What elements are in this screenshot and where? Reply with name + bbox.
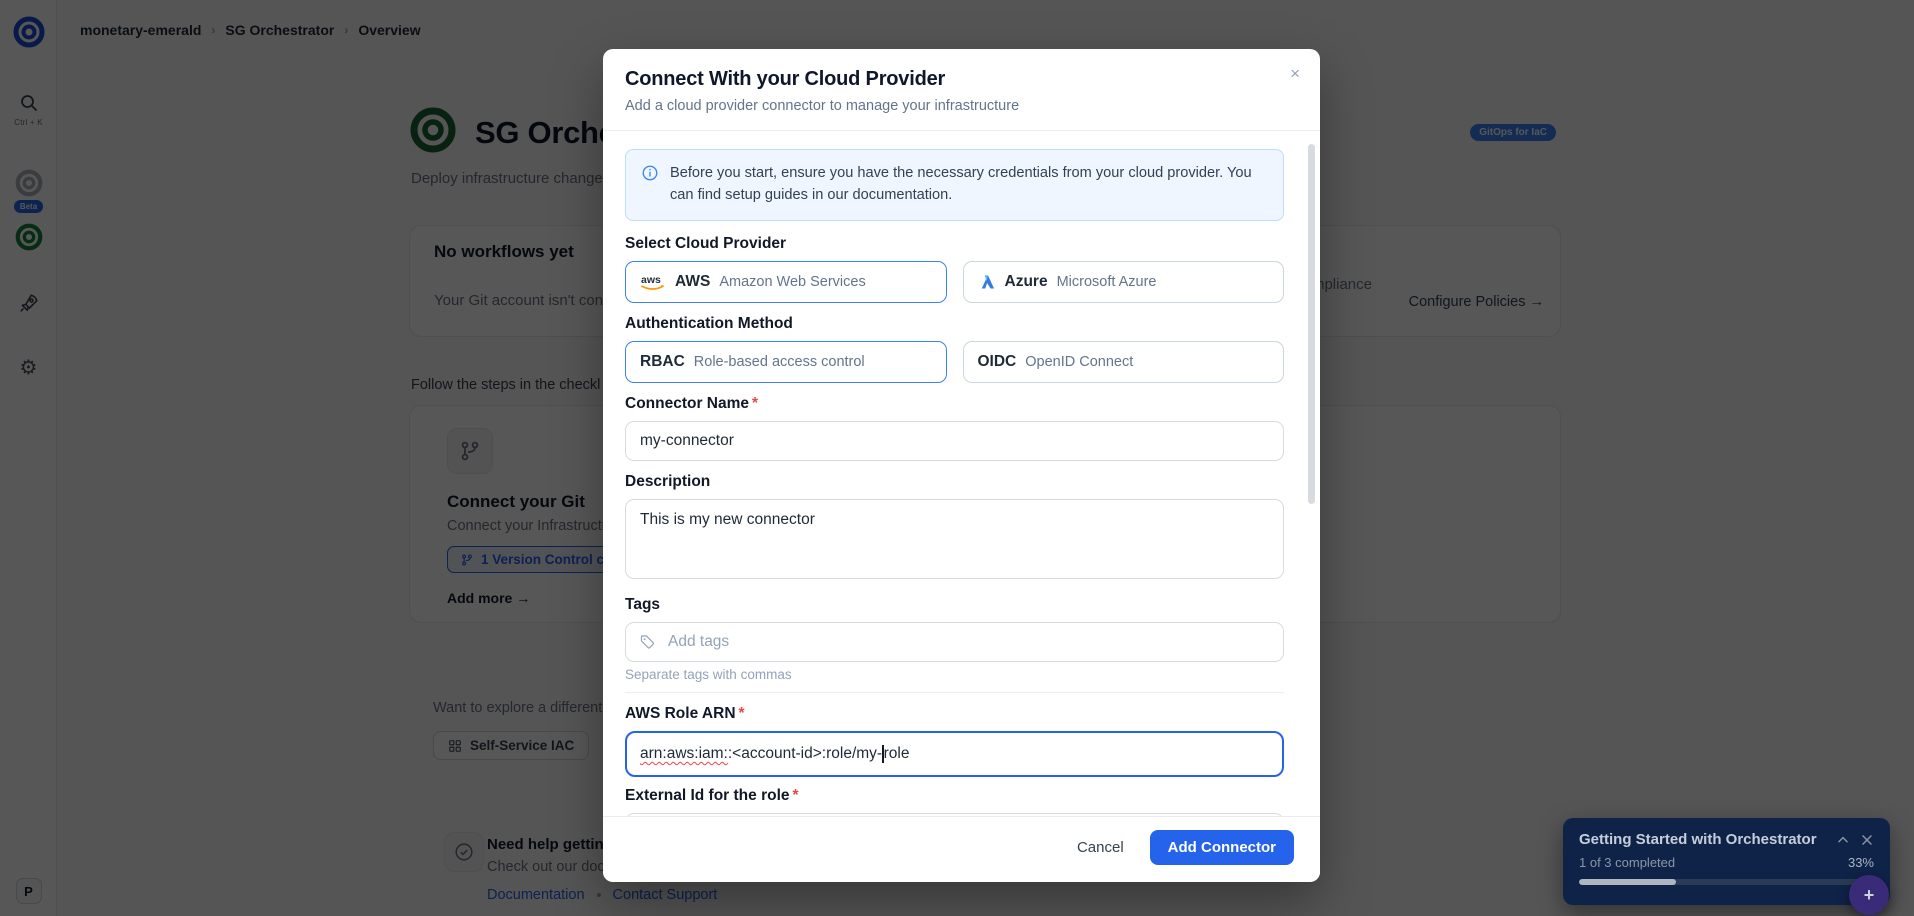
connector-name-label: Connector Name* xyxy=(625,395,1284,413)
modal-subtitle: Add a cloud provider connector to manage… xyxy=(625,98,1296,114)
app-root: Ctrl + K Beta ⚙ P monetary-emerald › SG … xyxy=(0,0,1914,916)
arn-label: AWS Role ARN* xyxy=(625,705,1284,723)
connector-name-input[interactable] xyxy=(625,421,1284,461)
modal-body: Before you start, ensure you have the ne… xyxy=(603,131,1320,816)
toast-progress-bar xyxy=(1579,879,1874,885)
toast-progress-text: 1 of 3 completed xyxy=(1579,855,1848,870)
close-icon[interactable]: × xyxy=(1290,65,1300,82)
connect-cloud-provider-modal: Connect With your Cloud Provider Add a c… xyxy=(603,49,1320,882)
tags-helper: Separate tags with commas xyxy=(625,667,1284,682)
banner-text: Before you start, ensure you have the ne… xyxy=(670,163,1268,207)
external-id-label: External Id for the role* xyxy=(625,787,1284,805)
description-label: Description xyxy=(625,473,1284,491)
provider-label: Select Cloud Provider xyxy=(625,235,1284,253)
modal-title: Connect With your Cloud Provider xyxy=(625,68,1296,91)
section-divider xyxy=(625,692,1284,693)
tag-icon xyxy=(639,633,656,650)
svg-text:aws: aws xyxy=(641,274,661,286)
azure-logo-icon xyxy=(978,273,996,291)
aws-logo-icon: aws xyxy=(640,272,666,292)
info-icon xyxy=(641,164,659,207)
close-icon[interactable] xyxy=(1860,833,1874,847)
plus-icon: + xyxy=(1864,885,1875,906)
auth-card-oidc[interactable]: OIDC OpenID Connect xyxy=(963,341,1285,383)
tags-input[interactable] xyxy=(625,622,1284,662)
toast-percent: 33% xyxy=(1848,855,1874,870)
toast-title: Getting Started with Orchestrator xyxy=(1579,831,1826,848)
add-connector-button[interactable]: Add Connector xyxy=(1150,830,1294,865)
aws-role-arn-input[interactable]: arn:aws:iam::<account-id>:role/my-role xyxy=(625,731,1284,777)
tags-label: Tags xyxy=(625,596,1284,614)
auth-label: Authentication Method xyxy=(625,315,1284,333)
getting-started-toast: Getting Started with Orchestrator 1 of 3… xyxy=(1563,818,1890,905)
provider-card-aws[interactable]: aws AWS Amazon Web Services xyxy=(625,261,947,303)
auth-card-rbac[interactable]: RBAC Role-based access control xyxy=(625,341,947,383)
cancel-button[interactable]: Cancel xyxy=(1077,839,1124,856)
info-banner: Before you start, ensure you have the ne… xyxy=(625,149,1284,221)
provider-card-azure[interactable]: Azure Microsoft Azure xyxy=(963,261,1285,303)
chat-launcher-button[interactable]: + xyxy=(1849,875,1889,915)
chevron-up-icon[interactable] xyxy=(1836,833,1850,847)
external-id-input[interactable] xyxy=(625,813,1284,816)
description-textarea[interactable]: This is my new connector xyxy=(625,499,1284,579)
modal-scrollbar-thumb[interactable] xyxy=(1308,144,1315,504)
